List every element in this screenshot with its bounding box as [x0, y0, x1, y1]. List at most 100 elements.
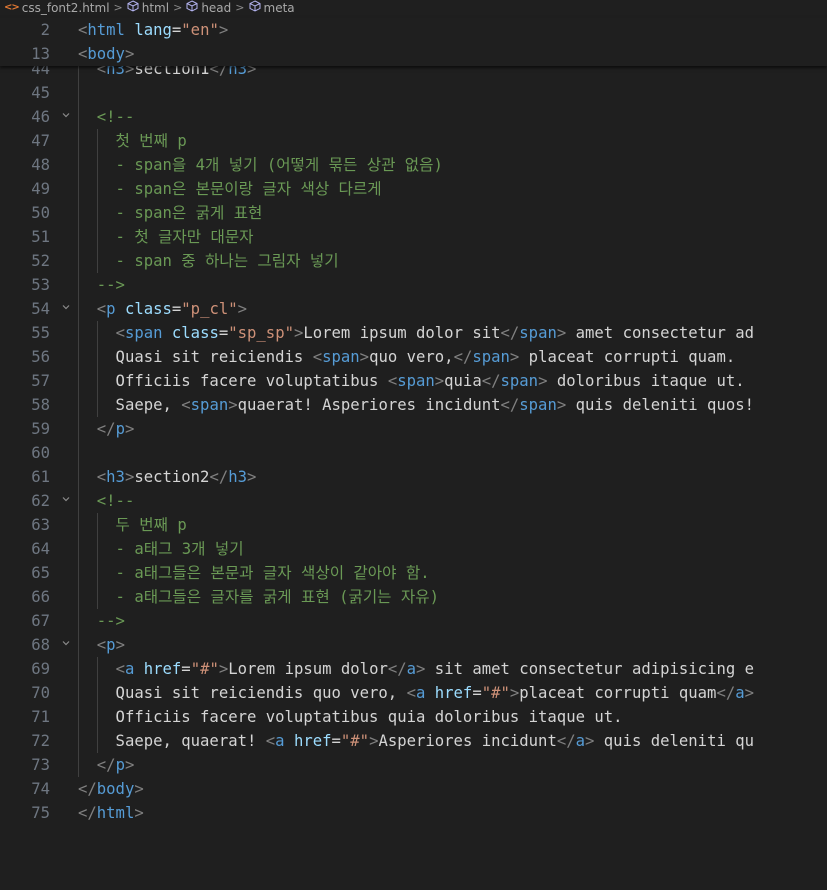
code-text: 두 번째 p [78, 516, 187, 534]
line-number: 70 [31, 684, 50, 702]
html-file-icon: <> [4, 2, 20, 13]
breadcrumb-label: css_font2.html [21, 1, 110, 15]
code-line-59[interactable]: 59 </p> [0, 417, 827, 441]
code-line-74[interactable]: 74 </body> [0, 777, 827, 801]
code-line-56[interactable]: 56 Quasi sit reiciendis <span>quo vero,<… [0, 345, 827, 369]
code-line-66[interactable]: 66 - a태그들은 글자를 굵게 표현 (굵기는 자유) [0, 585, 827, 609]
indent-guide [97, 129, 98, 273]
code-line-67[interactable]: 67 --> [0, 609, 827, 633]
code-text: --> [78, 612, 125, 630]
code-text: Quasi sit reiciendis quo vero, <a href="… [78, 684, 754, 702]
code-line-58[interactable]: 58 Saepe, <span>quaerat! Asperiores inci… [0, 393, 827, 417]
code-text: </body> [78, 780, 144, 798]
code-line-61[interactable]: 61 <h3>section2</h3> [0, 465, 827, 489]
code-line-69[interactable]: 69 <a href="#">Lorem ipsum dolor</a> sit… [0, 657, 827, 681]
code-line-54[interactable]: 54 <p class="p_cl"> [0, 297, 827, 321]
code-text: - a태그 3개 넣기 [78, 540, 244, 558]
indent-guide [97, 321, 98, 417]
breadcrumb: <> css_font2.html > html > head > meta [0, 0, 827, 16]
code-text: </p> [96, 420, 135, 438]
breadcrumb-label: head [201, 1, 232, 15]
code-line-47[interactable]: 47 첫 번째 p [0, 129, 827, 153]
code-text: Officiis facere voluptatibus <span>quia<… [78, 372, 745, 390]
indent-guide [97, 657, 98, 753]
cube-icon [249, 0, 261, 17]
line-number: 59 [31, 420, 50, 438]
code-text: </p> [96, 756, 135, 774]
code-text: - span은 굵게 표현 [78, 204, 263, 222]
line-number: 57 [31, 372, 50, 390]
line-number: 72 [31, 732, 50, 750]
line-number: 56 [31, 348, 50, 366]
breadcrumb-separator: > [235, 1, 245, 14]
breadcrumb-item-head[interactable]: head [186, 0, 231, 17]
breadcrumb-separator: > [113, 1, 123, 14]
line-number: 54 [31, 300, 50, 318]
code-line-46[interactable]: 46 <!-- [0, 105, 827, 129]
code-editor[interactable]: 42 일반적을 150%43 -->44 <h3>section1</h3>45… [0, 18, 827, 890]
code-line-49[interactable]: 49 - span은 본문이랑 글자 색상 다르게 [0, 177, 827, 201]
code-line-57[interactable]: 57 Officiis facere voluptatibus <span>qu… [0, 369, 827, 393]
code-text: 첫 번째 p [78, 132, 187, 150]
code-line-53[interactable]: 53 --> [0, 273, 827, 297]
cube-icon [127, 0, 139, 17]
sticky-scroll-header[interactable]: 2 <html lang="en"> 13 <body> [0, 18, 827, 66]
code-text: </html> [78, 804, 144, 822]
code-line-70[interactable]: 70 Quasi sit reiciendis quo vero, <a hre… [0, 681, 827, 705]
breadcrumb-item-meta[interactable]: meta [249, 0, 295, 17]
line-number: 47 [31, 132, 50, 150]
line-number: 63 [31, 516, 50, 534]
fold-chevron-icon[interactable] [60, 105, 72, 129]
code-text: <html lang="en"> [78, 21, 229, 39]
fold-chevron-icon[interactable] [60, 633, 72, 657]
line-number: 49 [31, 180, 50, 198]
code-text: <p> [96, 636, 125, 654]
line-number: 55 [31, 324, 50, 342]
code-line-48[interactable]: 48 - span을 4개 넣기 (어떻게 묶든 상관 없음) [0, 153, 827, 177]
breadcrumb-label: meta [263, 1, 295, 15]
code-text: --> [78, 276, 125, 294]
code-line-45[interactable]: 45 [0, 81, 827, 105]
code-line-75[interactable]: 75 </html> [0, 801, 827, 825]
sticky-line-2[interactable]: 2 <html lang="en"> [0, 18, 827, 42]
code-text: - 첫 글자만 대문자 [78, 228, 254, 246]
code-line-72[interactable]: 72 Saepe, quaerat! <a href="#">Asperiore… [0, 729, 827, 753]
code-text: <span class="sp_sp">Lorem ipsum dolor si… [115, 324, 755, 342]
code-line-50[interactable]: 50 - span은 굵게 표현 [0, 201, 827, 225]
indent-guide [97, 513, 98, 609]
fold-chevron-icon[interactable] [60, 489, 72, 513]
line-number: 51 [31, 228, 50, 246]
code-text: <h3>section2</h3> [96, 468, 257, 486]
breadcrumb-item-css-font2-html[interactable]: <> css_font2.html [4, 0, 110, 16]
line-number: 61 [31, 468, 50, 486]
line-number: 62 [31, 492, 50, 510]
code-line-64[interactable]: 64 - a태그 3개 넣기 [0, 537, 827, 561]
code-line-71[interactable]: 71 Officiis facere voluptatibus quia dol… [0, 705, 827, 729]
code-line-62[interactable]: 62 <!-- [0, 489, 827, 513]
code-line-55[interactable]: 55 <span class="sp_sp">Lorem ipsum dolor… [0, 321, 827, 345]
breadcrumb-item-html[interactable]: html [127, 0, 169, 17]
line-number: 64 [31, 540, 50, 558]
code-line-60[interactable]: 60 [0, 441, 827, 465]
breadcrumb-separator: > [173, 1, 183, 14]
code-text: <!-- [78, 108, 135, 126]
code-line-51[interactable]: 51 - 첫 글자만 대문자 [0, 225, 827, 249]
line-number: 66 [31, 588, 50, 606]
indent-guide [78, 18, 79, 777]
line-number: 73 [31, 756, 50, 774]
sticky-line-13[interactable]: 13 <body> [0, 42, 827, 66]
code-text: <a href="#">Lorem ipsum dolor</a> sit am… [115, 660, 755, 678]
line-number: 46 [31, 108, 50, 126]
line-number: 71 [31, 708, 50, 726]
code-line-68[interactable]: 68 <p> [0, 633, 827, 657]
code-line-52[interactable]: 52 - span 중 하나는 그림자 넣기 [0, 249, 827, 273]
breadcrumb-label: html [141, 1, 170, 15]
line-number: 74 [31, 780, 50, 798]
line-number: 58 [31, 396, 50, 414]
line-number: 48 [31, 156, 50, 174]
code-line-63[interactable]: 63 두 번째 p [0, 513, 827, 537]
code-line-73[interactable]: 73 </p> [0, 753, 827, 777]
fold-chevron-icon[interactable] [60, 297, 72, 321]
code-line-65[interactable]: 65 - a태그들은 본문과 글자 색상이 같아야 함. [0, 561, 827, 585]
code-text: Saepe, <span>quaerat! Asperiores incidun… [78, 396, 754, 414]
